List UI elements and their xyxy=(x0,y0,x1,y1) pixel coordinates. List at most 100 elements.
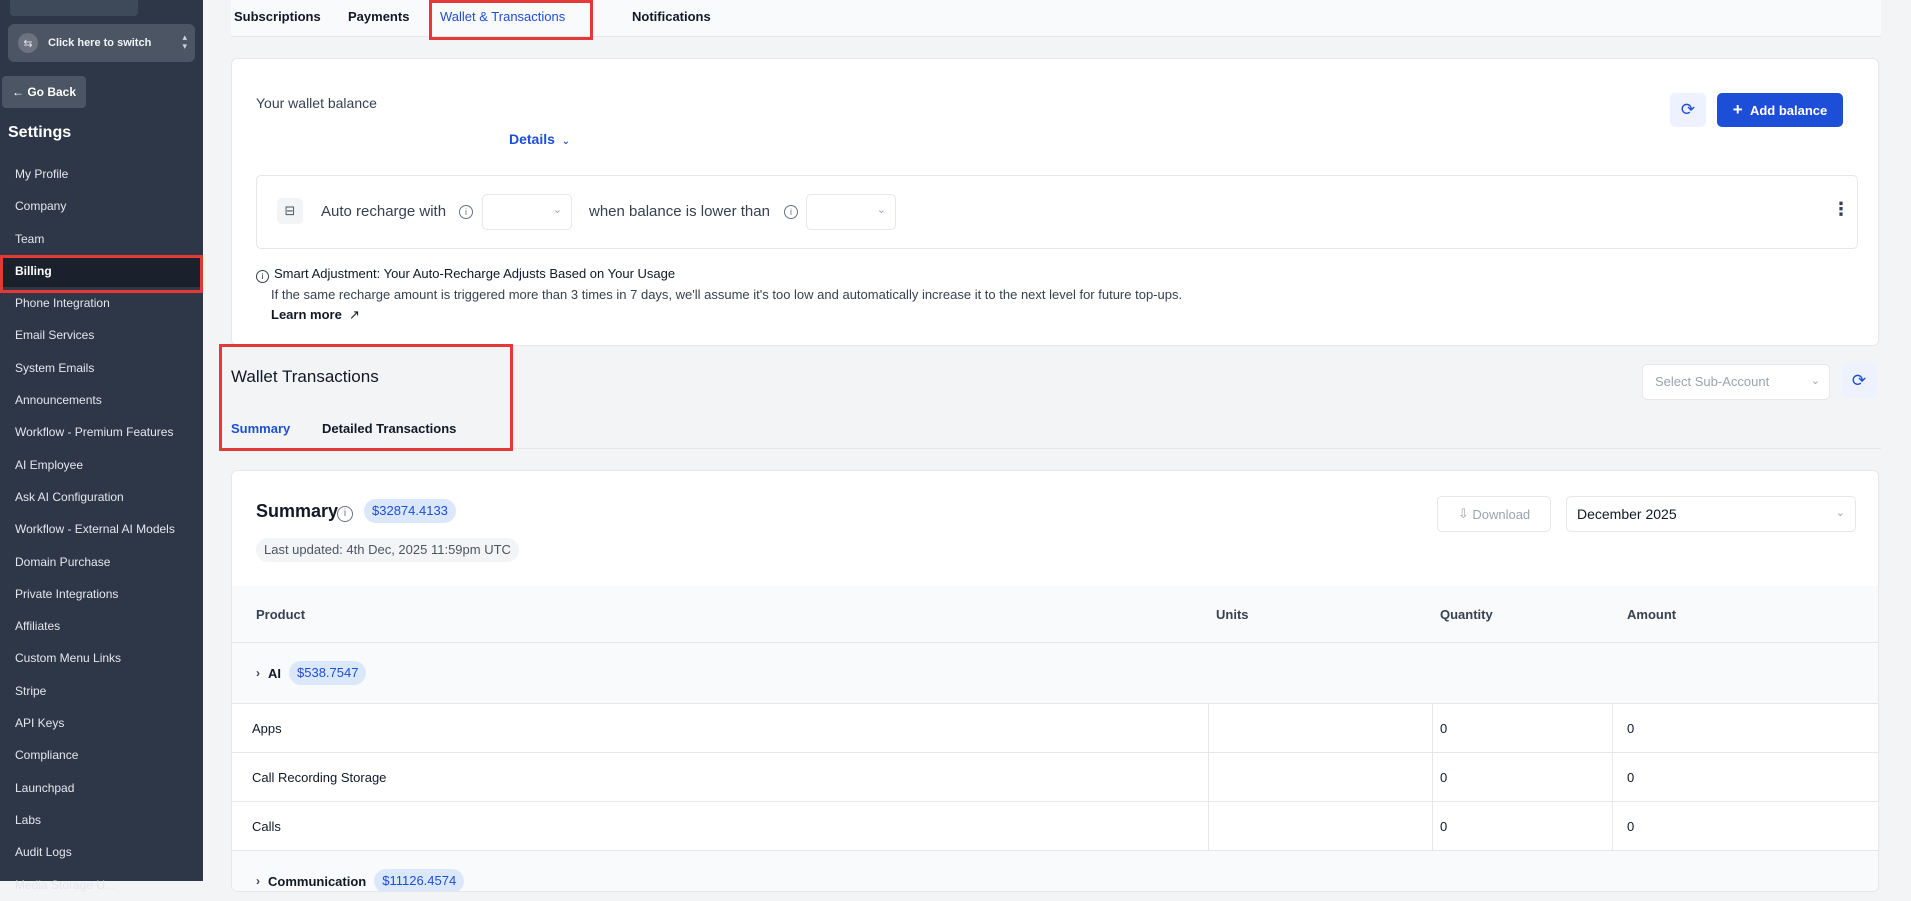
amount-cell: 0 xyxy=(1627,720,1635,736)
tab-detailed-transactions[interactable]: Detailed Transactions xyxy=(322,421,456,436)
learn-more-link[interactable]: Learn more ↗ xyxy=(271,307,360,323)
smart-adjustment-text: Smart Adjustment: Your Auto-Recharge Adj… xyxy=(274,266,676,281)
refresh-transactions-button[interactable]: ⟳ xyxy=(1841,364,1877,398)
last-updated-badge: Last updated: 4th Dec, 2025 11:59pm UTC xyxy=(256,538,519,562)
tab-payments[interactable]: Payments xyxy=(348,9,409,24)
sidebar-item-system-emails[interactable]: System Emails xyxy=(0,352,203,384)
details-label: Details xyxy=(509,131,555,147)
summary-title: Summary xyxy=(256,501,339,521)
table-group-row-ai[interactable]: › AI $538.7547 xyxy=(232,643,1878,704)
sidebar-item-private-integrations[interactable]: Private Integrations xyxy=(0,578,203,610)
table-row: Call Recording Storage 0 0 xyxy=(232,753,1878,802)
tab-summary[interactable]: Summary xyxy=(231,421,290,436)
sub-account-placeholder: Select Sub-Account xyxy=(1655,374,1770,389)
chevron-down-icon: ⌄ xyxy=(558,136,570,147)
summary-total-badge: $32874.4133 xyxy=(364,499,456,523)
sidebar-item-workflow-premium[interactable]: Workflow - Premium Features xyxy=(0,416,203,448)
sidebar-item-announcements[interactable]: Announcements xyxy=(0,384,203,416)
column-header-amount: Amount xyxy=(1627,606,1677,622)
external-link-icon: ↗ xyxy=(345,307,360,322)
sidebar-item-workflow-external-ai[interactable]: Workflow - External AI Models xyxy=(0,513,203,545)
smart-adjustment-title: i Smart Adjustment: Your Auto-Recharge Ad… xyxy=(256,266,675,283)
tab-subscriptions[interactable]: Subscriptions xyxy=(234,9,321,24)
column-divider xyxy=(1432,704,1433,752)
info-icon[interactable]: i xyxy=(337,506,353,522)
chevron-down-icon: ⌄ xyxy=(1835,507,1845,519)
learn-more-label: Learn more xyxy=(271,307,342,322)
go-back-label: Go Back xyxy=(27,85,77,99)
switch-icon: ⇆ xyxy=(18,33,38,53)
back-arrow-icon: ← xyxy=(11,85,28,99)
chevron-down-icon: ⌄ xyxy=(1810,375,1820,387)
settings-nav: My Profile Company Team Billing Phone In… xyxy=(0,158,203,901)
wallet-balance-card: Your wallet balance Details ⌄ ⟳ + Add ba… xyxy=(231,58,1879,346)
sidebar-item-affiliates[interactable]: Affiliates xyxy=(0,610,203,642)
tab-wallet-transactions[interactable]: Wallet & Transactions xyxy=(440,9,565,24)
refresh-icon: ⟳ xyxy=(1851,371,1867,390)
sidebar-item-domain-purchase[interactable]: Domain Purchase xyxy=(0,546,203,578)
sidebar-item-ask-ai-configuration[interactable]: Ask AI Configuration xyxy=(0,481,203,513)
month-select[interactable]: December 2025 ⌄ xyxy=(1566,496,1856,532)
column-header-quantity: Quantity xyxy=(1440,606,1493,622)
go-back-button[interactable]: ← Go Back xyxy=(2,76,86,108)
divider xyxy=(231,448,1881,449)
sidebar-item-media-storage[interactable]: Media Storage U... xyxy=(0,869,203,901)
sidebar-item-ai-employee[interactable]: AI Employee xyxy=(0,449,203,481)
summary-card: Summary i $32874.4133 Last updated: 4th … xyxy=(231,470,1879,892)
sub-account-select[interactable]: Select Sub-Account ⌄ xyxy=(1642,364,1830,400)
column-divider xyxy=(1612,753,1613,801)
wallet-balance-title: Your wallet balance xyxy=(256,95,377,111)
refresh-balance-button[interactable]: ⟳ xyxy=(1670,93,1706,127)
recharge-amount-select[interactable]: ⌄ xyxy=(482,194,572,230)
sidebar-item-phone-integration[interactable]: Phone Integration xyxy=(0,287,203,319)
refresh-icon: ⟳ xyxy=(1680,100,1696,119)
sidebar-item-stripe[interactable]: Stripe xyxy=(0,675,203,707)
settings-title: Settings xyxy=(8,124,72,141)
sidebar-item-compliance[interactable]: Compliance xyxy=(0,739,203,771)
summary-table: Product Units Quantity Amount › AI $538.… xyxy=(232,586,1878,891)
product-cell: Calls xyxy=(252,818,281,834)
month-value: December 2025 xyxy=(1577,506,1677,522)
sidebar-item-billing[interactable]: Billing xyxy=(0,254,203,288)
info-icon[interactable]: i xyxy=(784,205,798,219)
table-group-row-communication[interactable]: › Communication $11126.4574 xyxy=(232,851,1878,891)
sidebar: ⇆ Click here to switch ▴ ▾ ← Go Back Sett… xyxy=(0,0,203,892)
main-content: Subscriptions Payments Wallet & Transact… xyxy=(203,0,1911,892)
account-switcher[interactable]: ⇆ Click here to switch ▴ ▾ xyxy=(8,24,195,62)
account-avatar-strip xyxy=(10,0,138,16)
group-name: AI xyxy=(268,665,281,681)
product-cell: Call Recording Storage xyxy=(252,769,387,785)
table-row: Calls 0 0 xyxy=(232,802,1878,851)
threshold-select[interactable]: ⌄ xyxy=(806,194,896,230)
sidebar-item-labs[interactable]: Labs xyxy=(0,804,203,836)
info-icon[interactable]: i xyxy=(459,205,473,219)
column-divider xyxy=(1612,704,1613,752)
table-row: Apps 0 0 xyxy=(232,704,1878,753)
group-cell: › Communication $11126.4574 xyxy=(256,851,1206,891)
sidebar-item-company[interactable]: Company xyxy=(0,190,203,222)
sidebar-item-email-services[interactable]: Email Services xyxy=(0,319,203,351)
download-button[interactable]: ⇩ Download xyxy=(1437,496,1551,532)
quantity-cell: 0 xyxy=(1440,769,1448,785)
quantity-cell: 0 xyxy=(1440,720,1448,736)
quantity-cell: 0 xyxy=(1440,818,1448,834)
download-label: Download xyxy=(1472,506,1531,522)
sidebar-item-api-keys[interactable]: API Keys xyxy=(0,707,203,739)
details-toggle[interactable]: Details ⌄ xyxy=(509,131,570,147)
billing-tabs: Subscriptions Payments Wallet & Transact… xyxy=(231,0,1881,37)
tab-notifications[interactable]: Notifications xyxy=(632,9,711,24)
sidebar-item-my-profile[interactable]: My Profile xyxy=(0,158,203,190)
units-cell xyxy=(1216,704,1426,752)
units-cell xyxy=(1216,753,1426,801)
product-cell: Apps xyxy=(252,720,282,736)
sidebar-item-launchpad[interactable]: Launchpad xyxy=(0,772,203,804)
sidebar-item-custom-menu-links[interactable]: Custom Menu Links xyxy=(0,642,203,674)
sidebar-item-audit-logs[interactable]: Audit Logs xyxy=(0,836,203,868)
column-header-units: Units xyxy=(1216,606,1249,622)
column-divider xyxy=(1208,753,1209,801)
add-balance-label: Add balance xyxy=(1749,102,1828,118)
sidebar-item-team[interactable]: Team xyxy=(0,223,203,255)
switcher-label: Click here to switch xyxy=(48,37,152,49)
add-balance-button[interactable]: + Add balance xyxy=(1717,93,1843,127)
more-options-icon[interactable]: ⋮ xyxy=(1832,199,1850,220)
